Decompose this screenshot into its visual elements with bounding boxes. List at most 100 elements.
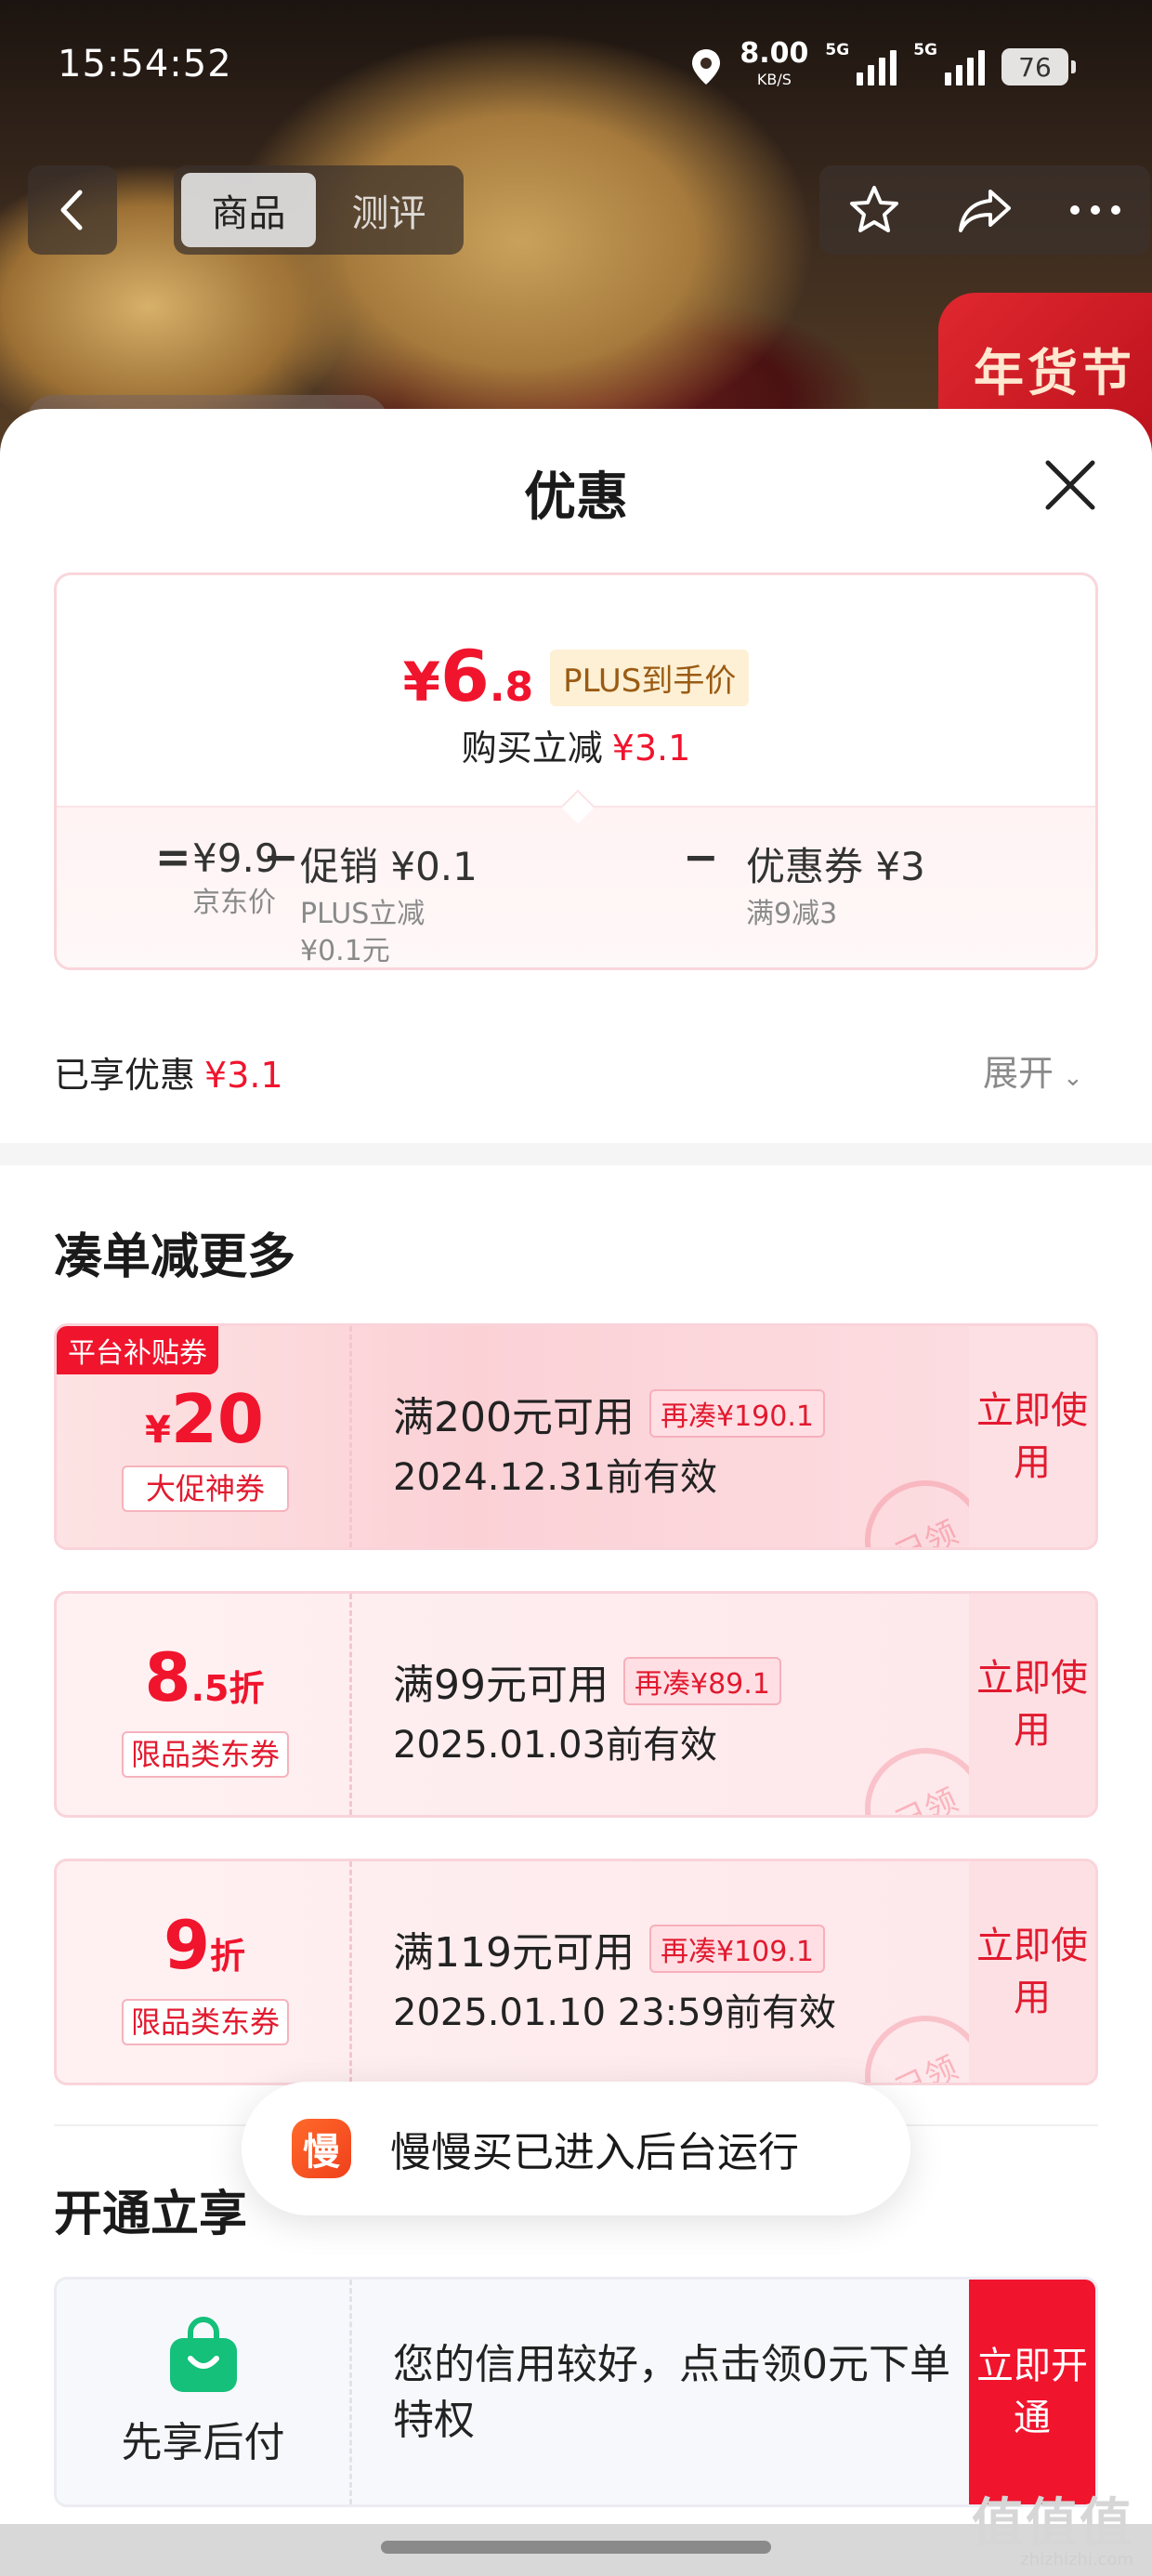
network-type-1: 5G [825,41,850,59]
expand-button[interactable]: 展开 ⌄ [983,1045,1083,1096]
plus-price: ¥ 6 .8 PLUS到手价 [57,635,1095,717]
coupon-discount-label: 满9减3 [746,898,838,930]
coupon-remaining-tag: 再凑¥109.1 [648,1925,825,1973]
tab-review[interactable]: 测评 [321,173,456,247]
chevron-down-icon: ⌄ [1063,1064,1083,1092]
coupon-tag: 平台补贴券 [57,1326,218,1374]
more-icon[interactable] [1067,201,1123,219]
coupon-badge: 大促神券 [122,1465,289,1512]
coupon-validity: 2024.12.31前有效 [393,1456,718,1499]
bnpl-description: 您的信用较好，点击领0元下单特权 [393,2341,950,2444]
open-bnpl-button[interactable]: 立即开通 [969,2280,1095,2504]
price-formula: = ¥9.9 京东价 − 促销 ¥0.1 PLUS立减 ¥0.1元 − 优惠券 … [57,789,1095,967]
toast-message: 慢慢买已进入后台运行 [390,2129,799,2176]
coupon-condition: 满119元可用 再凑¥109.1 [393,1919,825,1978]
star-icon[interactable] [846,182,902,238]
home-indicator[interactable] [381,2541,771,2554]
coupon-value: ¥20 [57,1380,352,1458]
coupon-remaining-tag: 再凑¥190.1 [648,1389,825,1438]
coupon-value-area: 9折 限品类东券 [57,1861,352,2083]
page-tabs: 商品 测评 [174,165,464,255]
page: 年货节 15:54:52 8.00 KB/S 5G 5G 76 商品 测评 优惠… [0,0,1152,2576]
instant-discount-value: ¥3.1 [611,728,691,769]
network-speed: 8.00 KB/S [740,37,809,89]
watermark: 值值值 zhizhizhi.com [972,2493,1133,2570]
plus-price-tag: PLUS到手价 [550,650,750,706]
coupon-value-prefix: ¥ [144,1409,171,1452]
minus-sign-1: − [263,832,299,882]
promo-discount-label: PLUS立减 [300,898,425,930]
saved-discount-label: 已享优惠 [54,1055,196,1096]
coupon-card: 平台补贴券 ¥20 大促神券 满200元可用 再凑¥190.1 2024.12.… [54,1323,1098,1550]
coupon-value: 9折 [57,1906,352,1984]
tab-product[interactable]: 商品 [181,173,316,247]
watermark-logo: 值值值 [972,2493,1133,2554]
instant-discount-label: 购买立减 [461,728,603,769]
coupon-card: 8.5折 限品类东券 满99元可用 再凑¥89.1 2025.01.03前有效 … [54,1591,1098,1818]
coupon-condition-text: 满200元可用 [393,1394,635,1441]
coupon-value-suffix: .5折 [190,1668,265,1709]
instant-discount: 购买立减 ¥3.1 [57,719,1095,770]
status-icons: 8.00 KB/S 5G 5G 76 [689,37,1076,93]
saved-discount-value: ¥3.1 [204,1055,283,1096]
bnpl-name: 先享后付 [121,2419,285,2466]
saved-discount: 已享优惠 ¥3.1 [54,1046,283,1097]
section-title-open: 开通立享 [54,2187,248,2242]
coupon-condition: 满99元可用 再凑¥89.1 [393,1651,781,1711]
promo-discount-value: 促销 ¥0.1 [300,844,478,889]
battery-icon: 76 [1001,48,1076,85]
base-price-label: 京东价 [192,887,276,919]
promo-discount-amount: ¥0.1元 [300,935,390,967]
use-coupon-button[interactable]: 立即使用 [969,1861,1095,2083]
price-decimal: .8 [489,664,534,711]
coupon-discount-value: 优惠券 ¥3 [746,844,925,889]
coupon-value-area: 8.5折 限品类东券 [57,1594,352,1815]
coupon-value-main: 20 [170,1380,265,1458]
minus-sign-2: − [683,832,719,882]
coupon-value-suffix: 折 [210,1936,246,1977]
use-coupon-button[interactable]: 立即使用 [969,1326,1095,1547]
section-divider [0,1143,1152,1165]
promo-banner-text: 年货节 [974,343,1135,402]
expand-label: 展开 [983,1053,1054,1094]
nav-actions [819,165,1150,255]
network-type-2: 5G [913,41,937,59]
coupon-condition: 满200元可用 再凑¥190.1 [393,1384,825,1443]
app-icon: 慢 [292,2119,351,2178]
final-price-card: ¥ 6 .8 PLUS到手价 购买立减 ¥3.1 = ¥9.9 京东价 − 促销… [54,572,1098,970]
coupon-validity: 2025.01.03前有效 [393,1724,718,1767]
signal-icon-2 [945,48,985,85]
bnpl-card: 先享后付 您的信用较好，点击领0元下单特权 立即开通 [54,2277,1098,2507]
coupon-card: 9折 限品类东券 满119元可用 再凑¥109.1 2025.01.10 23:… [54,1859,1098,2085]
chevron-left-icon [60,190,83,230]
share-icon[interactable] [955,182,1015,238]
coupon-value: 8.5折 [57,1638,352,1716]
promo-discount: 促销 ¥0.1 PLUS立减 ¥0.1元 [300,835,478,967]
location-icon [692,49,721,85]
coupon-discount: 优惠券 ¥3 满9减3 [746,835,925,933]
coupon-condition-text: 满119元可用 [393,1929,635,1977]
use-coupon-button[interactable]: 立即使用 [969,1594,1095,1815]
coupon-badge: 限品类东券 [122,1731,289,1778]
coupon-value-main: 9 [163,1906,211,1984]
section-title-more-discount: 凑单减更多 [54,1229,296,1285]
coupon-value-area: 平台补贴券 ¥20 大促神券 [57,1326,352,1547]
sheet-title: 优惠 [524,467,628,528]
price-integer: 6 [439,635,490,717]
battery-level: 76 [1018,51,1052,83]
coupon-validity: 2025.01.10 23:59前有效 [393,1991,837,2034]
discount-sheet: 优惠 ¥ 6 .8 PLUS到手价 购买立减 ¥3.1 = ¥9.9 京东价 −… [0,409,1152,2576]
status-bar: 15:54:52 8.00 KB/S 5G 5G 76 [0,0,1152,130]
coupon-value-main: 8 [144,1638,191,1716]
bnpl-brand: 先享后付 [57,2280,352,2504]
signal-icon [857,48,897,85]
back-button[interactable] [28,165,117,255]
equals-sign: = [155,832,191,882]
status-time: 15:54:52 [58,43,232,85]
shopping-bag-icon [169,2317,237,2392]
coupon-remaining-tag: 再凑¥89.1 [623,1657,781,1705]
close-icon[interactable] [1041,455,1100,515]
price-currency: ¥ [402,651,440,714]
price-summary: ¥ 6 .8 PLUS到手价 购买立减 ¥3.1 [57,575,1095,806]
background-toast: 慢 慢慢买已进入后台运行 [242,2082,910,2215]
